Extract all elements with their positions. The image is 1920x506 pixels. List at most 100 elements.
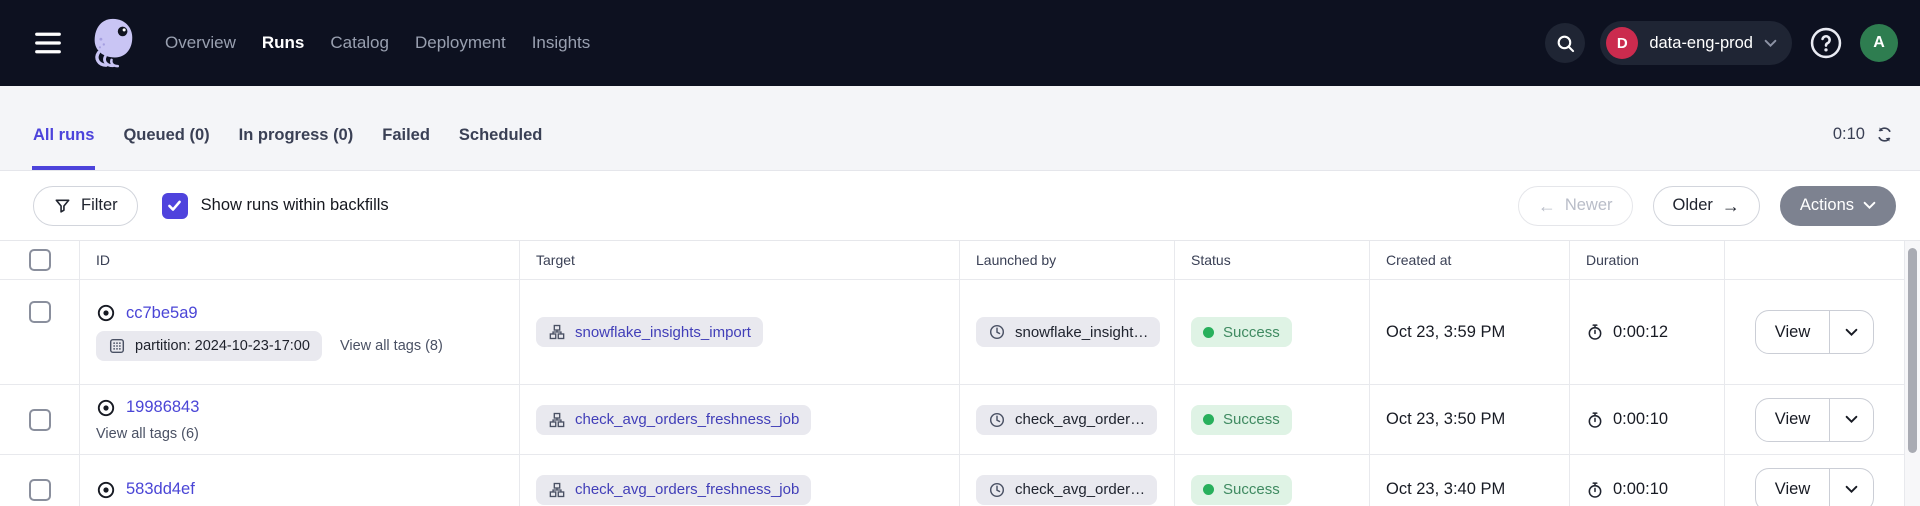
refresh-countdown: 0:10 <box>1833 125 1865 144</box>
chevron-down-icon <box>1845 485 1858 494</box>
chevron-down-icon <box>1845 415 1858 424</box>
top-nav: Overview Runs Catalog Deployment Insight… <box>0 0 1920 86</box>
run-id-link[interactable]: cc7be5a9 <box>126 304 198 323</box>
job-icon <box>548 323 566 341</box>
older-button-label: Older <box>1673 196 1713 215</box>
backfills-checkbox[interactable] <box>162 193 188 219</box>
column-header-actions <box>1725 241 1904 279</box>
actions-button[interactable]: Actions <box>1780 186 1896 226</box>
launched-by-tag[interactable]: check_avg_order… <box>976 405 1157 435</box>
launched-by-tag[interactable]: snowflake_insight… <box>976 317 1160 347</box>
hamburger-menu-icon[interactable] <box>33 28 63 58</box>
primary-nav: Overview Runs Catalog Deployment Insight… <box>165 33 590 53</box>
stopwatch-icon <box>1586 323 1604 341</box>
row-checkbox[interactable] <box>29 301 51 323</box>
run-status-icon <box>96 398 116 418</box>
table-row: cc7be5a9 partition: 2024-10-23-17:00 Vie… <box>0 280 1904 385</box>
view-button[interactable]: View <box>1756 399 1829 441</box>
target-job-link[interactable]: check_avg_orders_freshness_job <box>536 475 811 505</box>
status-label: Success <box>1223 481 1280 498</box>
nav-item-deployment[interactable]: Deployment <box>415 33 506 53</box>
select-all-checkbox[interactable] <box>29 249 51 271</box>
chevron-down-icon <box>1764 39 1777 48</box>
help-icon <box>1808 25 1844 61</box>
filter-button-label: Filter <box>81 196 118 215</box>
deployment-badge: D <box>1606 27 1638 59</box>
tab-all-runs[interactable]: All runs <box>32 124 95 170</box>
duration-text: 0:00:10 <box>1613 410 1668 429</box>
view-button[interactable]: View <box>1756 469 1829 506</box>
launched-by-label: check_avg_order… <box>1015 411 1145 428</box>
duration-value: 0:00:10 <box>1586 410 1668 429</box>
newer-button[interactable]: ← Newer <box>1518 186 1633 226</box>
clock-icon <box>988 481 1006 499</box>
column-header-target: Target <box>520 241 960 279</box>
run-status-icon <box>96 480 116 500</box>
created-at-value: Oct 23, 3:50 PM <box>1386 410 1505 429</box>
status-label: Success <box>1223 324 1280 341</box>
refresh-icon[interactable] <box>1875 125 1894 144</box>
nav-item-runs[interactable]: Runs <box>262 33 305 53</box>
view-button[interactable]: View <box>1756 311 1829 353</box>
launched-by-label: snowflake_insight… <box>1015 324 1148 341</box>
launched-by-tag[interactable]: check_avg_order… <box>976 475 1157 505</box>
help-button[interactable] <box>1807 24 1845 62</box>
column-header-status: Status <box>1175 241 1370 279</box>
nav-item-overview[interactable]: Overview <box>165 33 236 53</box>
run-id-link[interactable]: 583dd4ef <box>126 480 195 499</box>
target-job-link[interactable]: snowflake_insights_import <box>536 317 763 347</box>
created-at-value: Oct 23, 3:40 PM <box>1386 480 1505 499</box>
partition-tag[interactable]: partition: 2024-10-23-17:00 <box>96 331 322 361</box>
dagster-logo-icon[interactable] <box>85 16 139 70</box>
runs-toolbar: Filter Show runs within backfills ← Newe… <box>0 171 1920 241</box>
clock-icon <box>988 411 1006 429</box>
duration-text: 0:00:10 <box>1613 480 1668 499</box>
tab-scheduled[interactable]: Scheduled <box>458 124 543 170</box>
success-dot-icon <box>1203 414 1214 425</box>
chevron-down-icon <box>1863 201 1876 210</box>
scrollbar-thumb[interactable] <box>1908 248 1917 453</box>
clock-icon <box>988 323 1006 341</box>
status-badge: Success <box>1191 405 1292 435</box>
runs-tabs-strip: All runs Queued (0) In progress (0) Fail… <box>0 86 1920 171</box>
target-job-label: snowflake_insights_import <box>575 324 751 341</box>
tab-failed[interactable]: Failed <box>381 124 431 170</box>
run-id-link[interactable]: 19986843 <box>126 398 199 417</box>
duration-text: 0:00:12 <box>1613 323 1668 342</box>
user-avatar[interactable]: A <box>1860 24 1898 62</box>
arrow-left-icon: ← <box>1538 197 1556 215</box>
duration-value: 0:00:10 <box>1586 480 1668 499</box>
view-dropdown-button[interactable] <box>1829 311 1873 353</box>
vertical-scrollbar[interactable] <box>1904 241 1920 506</box>
target-job-link[interactable]: check_avg_orders_freshness_job <box>536 405 811 435</box>
newer-button-label: Newer <box>1565 196 1613 215</box>
deployment-switcher[interactable]: D data-eng-prod <box>1600 21 1792 65</box>
filter-funnel-icon <box>53 196 72 215</box>
tab-in-progress[interactable]: In progress (0) <box>238 124 355 170</box>
search-button[interactable] <box>1545 23 1585 63</box>
runs-table: ID Target Launched by Status Created at … <box>0 241 1904 506</box>
nav-item-insights[interactable]: Insights <box>532 33 591 53</box>
chevron-down-icon <box>1845 328 1858 337</box>
partition-tag-label: partition: 2024-10-23-17:00 <box>135 338 310 354</box>
pagination-actions: ← Newer Older → Actions <box>1518 186 1896 226</box>
status-label: Success <box>1223 411 1280 428</box>
row-checkbox[interactable] <box>29 409 51 431</box>
view-all-tags-link[interactable]: View all tags (8) <box>340 338 443 354</box>
older-button[interactable]: Older → <box>1653 186 1760 226</box>
row-checkbox[interactable] <box>29 479 51 501</box>
stopwatch-icon <box>1586 481 1604 499</box>
launched-by-label: check_avg_order… <box>1015 481 1145 498</box>
tab-queued[interactable]: Queued (0) <box>122 124 210 170</box>
filter-button[interactable]: Filter <box>33 186 138 226</box>
check-icon <box>166 197 183 214</box>
column-header-duration: Duration <box>1570 241 1725 279</box>
backfills-checkbox-label[interactable]: Show runs within backfills <box>201 196 389 215</box>
view-all-tags-link[interactable]: View all tags (6) <box>96 426 199 442</box>
view-dropdown-button[interactable] <box>1829 399 1873 441</box>
nav-item-catalog[interactable]: Catalog <box>330 33 389 53</box>
partition-grid-icon <box>108 337 126 355</box>
view-dropdown-button[interactable] <box>1829 469 1873 506</box>
runs-tabs: All runs Queued (0) In progress (0) Fail… <box>32 124 543 170</box>
status-badge: Success <box>1191 317 1292 347</box>
